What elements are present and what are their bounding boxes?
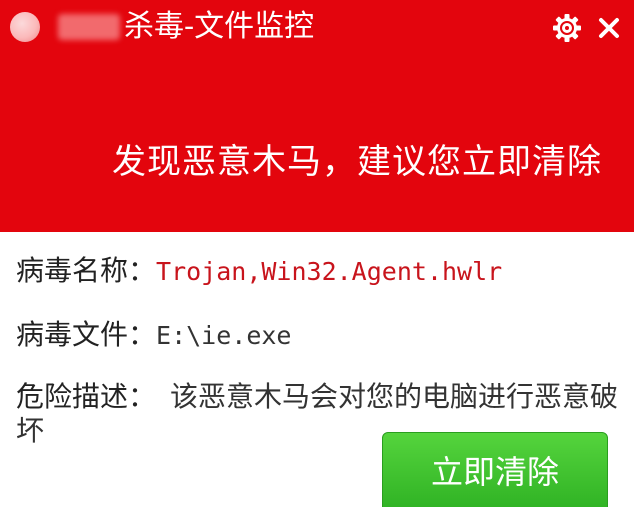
alert-header: 杀毒-文件监控 发现恶意木马，建议您立即清除 — [0, 0, 634, 232]
virus-name-value: Trojan,Win32.Agent.hwlr — [156, 257, 503, 286]
virus-file-value: E:\ie.exe — [156, 321, 292, 350]
virus-file-row: 病毒文件：E:\ie.exe — [16, 318, 291, 353]
window-title: 杀毒-文件监控 — [124, 9, 315, 44]
gear-icon — [553, 14, 581, 42]
close-icon — [599, 18, 619, 38]
app-logo-icon — [10, 12, 40, 42]
clean-now-button[interactable]: 立即清除 — [382, 432, 608, 507]
blurred-app-name — [58, 14, 120, 40]
alert-headline: 发现恶意木马，建议您立即清除 — [112, 142, 602, 182]
settings-button[interactable] — [550, 11, 584, 45]
close-button[interactable] — [592, 11, 626, 45]
virus-file-label: 病毒文件： — [16, 318, 157, 351]
virus-name-label: 病毒名称： — [16, 254, 157, 287]
antivirus-popup-window: 杀毒-文件监控 发现恶意木马，建议您立即清除 病毒名称：Trojan,Win32… — [0, 0, 634, 507]
virus-name-row: 病毒名称：Trojan,Win32.Agent.hwlr — [16, 254, 502, 289]
